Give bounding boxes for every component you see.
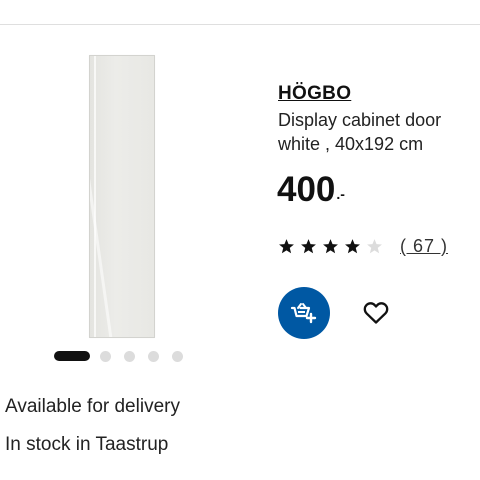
carousel-dot[interactable]	[172, 350, 183, 362]
price-value: 400	[277, 170, 336, 209]
store-stock-status: In stock in Taastrup	[5, 434, 169, 455]
product-image[interactable]	[89, 55, 155, 338]
star-icon	[345, 239, 360, 254]
delivery-availability: Available for delivery	[5, 396, 180, 417]
review-count-link[interactable]: ( 67 )	[400, 236, 448, 257]
star-icon	[301, 239, 316, 254]
product-rating[interactable]: ( 67 )	[278, 236, 448, 257]
product-description: Display cabinet door white , 40x192 cm	[278, 110, 442, 154]
rating-stars	[278, 238, 388, 255]
image-carousel-dots	[54, 350, 196, 362]
carousel-dot-active[interactable]	[54, 351, 90, 361]
star-icon	[367, 239, 382, 254]
add-to-cart-icon	[290, 303, 317, 324]
star-icon	[323, 239, 338, 254]
product-name[interactable]: HÖGBO	[278, 83, 351, 105]
carousel-dot[interactable]	[148, 350, 159, 362]
carousel-dot[interactable]	[124, 350, 135, 362]
price-suffix: .-	[336, 186, 345, 202]
heart-icon	[363, 302, 389, 324]
product-price: 400.-	[277, 170, 345, 210]
star-icon	[279, 239, 294, 254]
carousel-dot[interactable]	[100, 350, 111, 362]
favourite-button[interactable]	[361, 298, 391, 328]
add-to-cart-button[interactable]	[278, 287, 330, 339]
header-divider	[0, 24, 480, 25]
